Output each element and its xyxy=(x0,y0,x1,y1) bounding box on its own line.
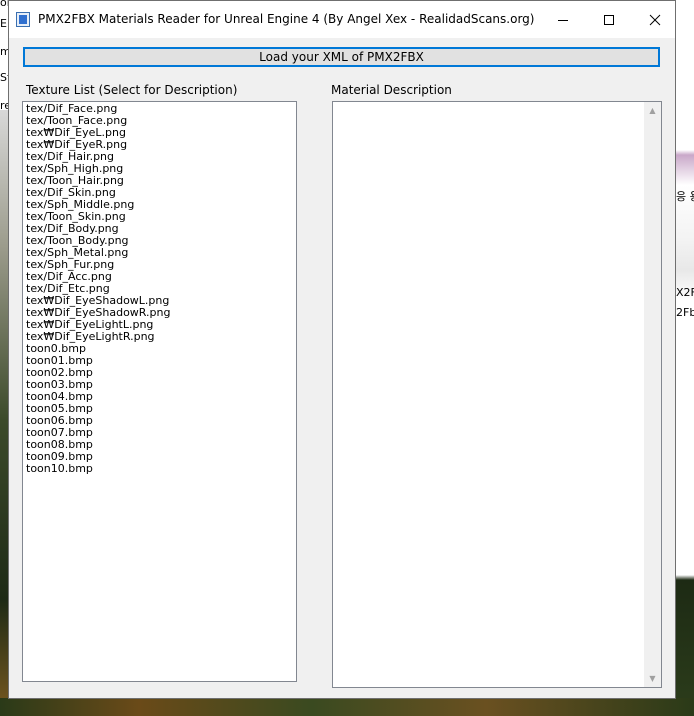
load-xml-button[interactable]: Load your XML of PMX2FBX xyxy=(23,47,660,67)
window-title: PMX2FBX Materials Reader for Unreal Engi… xyxy=(38,12,535,26)
main-window: PMX2FBX Materials Reader for Unreal Engi… xyxy=(8,0,676,699)
minimize-icon xyxy=(558,19,568,21)
material-description-textarea[interactable] xyxy=(332,101,662,688)
background-window-right xyxy=(676,0,694,716)
background-text: 응 용 xyxy=(676,190,694,203)
maximize-icon xyxy=(604,14,614,25)
close-button[interactable] xyxy=(632,1,678,38)
maximize-button[interactable] xyxy=(586,1,632,38)
minimize-button[interactable] xyxy=(540,1,586,38)
material-description-label: Material Description xyxy=(331,83,452,97)
background-text: 2Fb xyxy=(676,306,694,319)
title-bar[interactable]: PMX2FBX Materials Reader for Unreal Engi… xyxy=(9,1,675,38)
texture-listbox[interactable]: tex/Dif_Face.png tex/Toon_Face.png tex₩Dif… xyxy=(22,101,297,682)
close-icon xyxy=(649,14,661,25)
texture-list: tex/Dif_Face.png tex/Toon_Face.png tex₩Dif… xyxy=(23,102,296,475)
app-icon xyxy=(16,12,30,27)
list-item[interactable]: toon10.bmp xyxy=(26,463,296,475)
texture-list-label: Texture List (Select for Description) xyxy=(26,83,238,97)
desktop-wallpaper xyxy=(0,698,694,716)
background-text: X2FB xyxy=(676,286,694,299)
